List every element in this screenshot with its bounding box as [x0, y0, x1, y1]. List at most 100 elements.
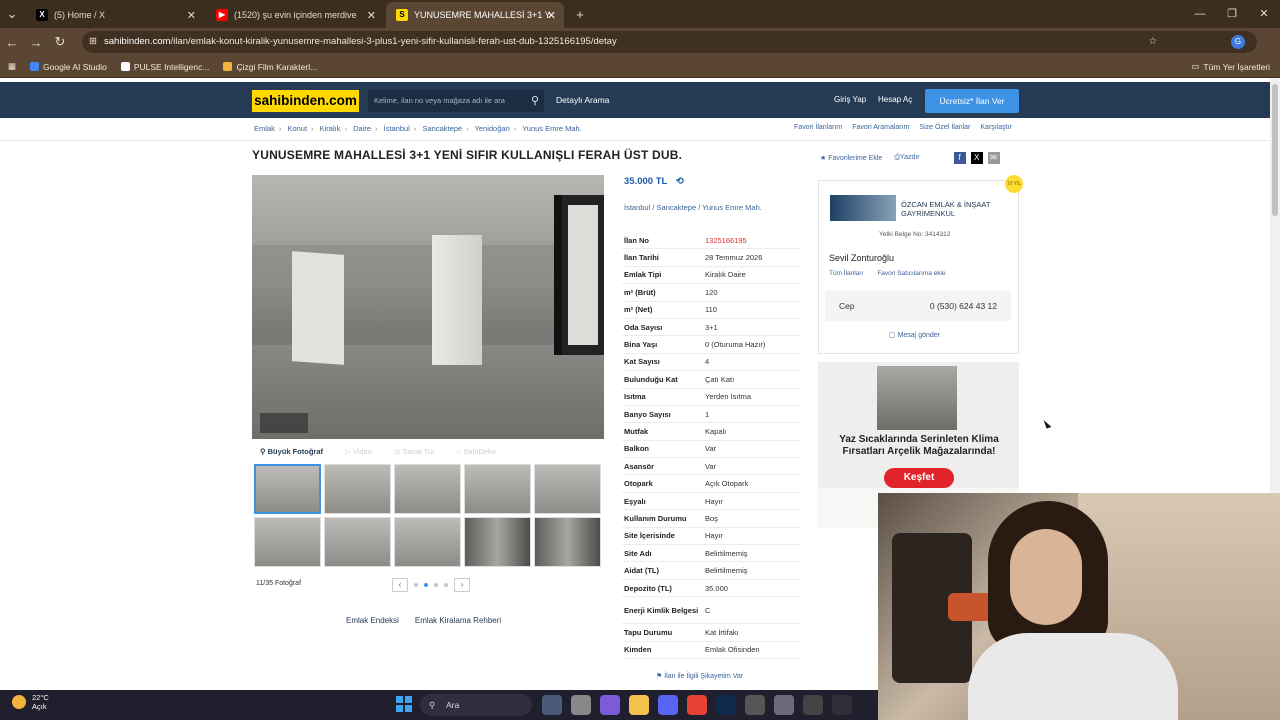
pager-dot[interactable]	[414, 583, 418, 587]
close-tab-icon[interactable]: ✕	[367, 9, 376, 22]
phone-number[interactable]: 0 (530) 624 43 12	[930, 301, 997, 311]
breadcrumb-item[interactable]: Daire	[353, 124, 371, 133]
post-listing-button[interactable]: Ücretsiz* İlan Ver	[925, 89, 1019, 113]
thumbnail[interactable]	[394, 464, 461, 514]
chrome-icon[interactable]	[687, 695, 707, 715]
breadcrumb-item[interactable]: Emlak	[254, 124, 275, 133]
tab-list-icon[interactable]: ⌄	[0, 6, 24, 22]
close-tab-icon[interactable]: ✕	[547, 9, 556, 22]
bookmark-pulse[interactable]: PULSE Intelligenc...	[120, 62, 209, 72]
print-link[interactable]: ⎙Yazdır	[894, 154, 919, 162]
search-icon[interactable]: ⚲	[531, 90, 539, 112]
terminal-icon[interactable]	[745, 695, 765, 715]
prev-page-button[interactable]: ‹	[392, 578, 408, 592]
ad-discover-button[interactable]: Keşfet	[884, 468, 954, 488]
thumbnail[interactable]	[464, 517, 531, 567]
bookmark-cizgi-film[interactable]: Çizgi Film Karakterl...	[223, 62, 317, 72]
back-icon[interactable]: ←	[0, 35, 24, 50]
login-link[interactable]: Giriş Yap	[834, 82, 866, 118]
favorite-listings-link[interactable]: Favori İlanlarım	[794, 124, 842, 131]
tab-x-home[interactable]: X (5) Home / X ✕	[26, 2, 204, 28]
agency-name[interactable]: ÖZCAN EMLAK & İNŞAAT GAYRİMENKUL	[901, 200, 1011, 218]
thumbnail[interactable]	[534, 464, 601, 514]
advanced-search-link[interactable]: Detaylı Arama	[556, 82, 609, 118]
favorite-seller-link[interactable]: Favori Satıcılarıma ekle	[877, 270, 945, 277]
rental-guide-link[interactable]: Emlak Kiralama Rehberi	[415, 616, 501, 625]
forward-icon[interactable]: →	[24, 35, 48, 50]
favorite-searches-link[interactable]: Favori Aramalarım	[852, 124, 909, 131]
file-icon[interactable]	[571, 695, 591, 715]
mail-icon[interactable]: ✉	[987, 152, 1000, 164]
scrollbar-thumb[interactable]	[1272, 84, 1278, 216]
agency-logo[interactable]	[830, 195, 896, 221]
thumbnail[interactable]	[324, 464, 391, 514]
signup-link[interactable]: Hesap Aç	[878, 82, 912, 118]
breadcrumb-item[interactable]: Sancaktepe	[422, 124, 462, 133]
thumbnail[interactable]	[394, 517, 461, 567]
close-tab-icon[interactable]: ✕	[187, 9, 196, 22]
thumbnail[interactable]	[464, 464, 531, 514]
personal-listings-link[interactable]: Size Özel İlanlar	[919, 124, 970, 131]
folder-icon[interactable]	[629, 695, 649, 715]
listing-location[interactable]: İstanbul / Sancaktepe / Yunus Emre Mah.	[624, 203, 784, 213]
tab-youtube[interactable]: ▶ (1520) şu evin içinden merdive ✕	[206, 2, 384, 28]
taskbar-search[interactable]: ⚲ Ara	[420, 694, 532, 716]
breadcrumb-item[interactable]: Konut	[287, 124, 307, 133]
breadcrumb-item[interactable]: Yenidoğan	[475, 124, 510, 133]
profile-avatar[interactable]: G	[1231, 35, 1245, 49]
facebook-icon[interactable]: f	[953, 152, 966, 164]
breadcrumb-item[interactable]: Yunus Emre Mah.	[522, 124, 582, 133]
big-photo-tab[interactable]: ⚲ Büyük Fotoğraf	[260, 447, 323, 456]
weather-widget[interactable]: 22°C Açık	[12, 693, 49, 711]
tab-sahibinden[interactable]: S YUNUSEMRE MAHALLESİ 3+1 Y ✕	[386, 2, 564, 28]
attribute-value: Çatı Katı	[705, 374, 735, 384]
emlak-endeksi-link[interactable]: Emlak Endeksi	[346, 616, 399, 625]
site-info-icon[interactable]: ⊞	[89, 31, 97, 53]
apps-icon[interactable]: ▦	[8, 61, 16, 72]
folder-icon: ▭	[1191, 61, 1200, 71]
pager-dot[interactable]	[424, 583, 428, 587]
share-buttons: f X ✉	[953, 152, 1000, 164]
main-photo[interactable]	[252, 175, 604, 439]
all-bookmarks[interactable]: ▭ Tüm Yer İşaretleri	[1191, 61, 1270, 72]
x-share-icon[interactable]: X	[970, 152, 983, 164]
all-listings-link[interactable]: Tüm İlanları	[829, 270, 863, 277]
send-message-link[interactable]: ▢ Mesaj gönder	[889, 331, 940, 339]
site-search-input[interactable]: Kelime, ilan no veya mağaza adı ile ara …	[368, 90, 544, 112]
thumbnail[interactable]	[254, 464, 321, 514]
start-button[interactable]	[396, 696, 412, 712]
compare-link[interactable]: Karşılaştır	[980, 124, 1012, 131]
pager-dot[interactable]	[444, 583, 448, 587]
pager-dot[interactable]	[434, 583, 438, 587]
ad-text: Yaz Sıcaklarında Serinleten Klima Fırsat…	[839, 434, 999, 457]
photoshop-icon[interactable]	[716, 695, 736, 715]
discord-icon[interactable]	[658, 695, 678, 715]
add-favorite-link[interactable]: ★ Favorilerime Ekle	[820, 154, 882, 162]
new-tab-button[interactable]: +	[568, 7, 592, 22]
bookmark-star-icon[interactable]: ☆	[1148, 31, 1157, 53]
report-listing-link[interactable]: ⚑ İlan ile İlgili Şikayetim Var	[656, 672, 743, 680]
widgets-icon[interactable]	[542, 695, 562, 715]
site-logo[interactable]: sahibinden.com	[252, 90, 359, 112]
next-page-button[interactable]: ›	[454, 578, 470, 592]
close-window-icon[interactable]: ✕	[1248, 0, 1280, 28]
thumbnail[interactable]	[534, 517, 601, 567]
app-icon[interactable]	[803, 695, 823, 715]
agency-watermark	[260, 413, 308, 433]
thumbnail[interactable]	[254, 517, 321, 567]
minimize-icon[interactable]: —	[1184, 0, 1216, 28]
settings-icon[interactable]	[774, 695, 794, 715]
maximize-icon[interactable]: ❐	[1216, 0, 1248, 28]
bookmark-google-ai-studio[interactable]: Google AI Studio	[30, 62, 107, 72]
chatgpt-icon[interactable]	[832, 695, 852, 715]
thumbnail[interactable]	[324, 517, 391, 567]
breadcrumb-item[interactable]: İstanbul	[384, 124, 410, 133]
sahideko-tab[interactable]: ⌂ SahiDeko	[457, 447, 496, 456]
breadcrumb-item[interactable]: Kiralık	[320, 124, 341, 133]
price-history-icon[interactable]: ⟲	[676, 176, 684, 187]
video-tab[interactable]: ▷ Video	[345, 447, 372, 456]
url-field[interactable]: ⊞ sahibinden.com/ilan/emlak-konut-kirali…	[82, 31, 1257, 53]
pen-app-icon[interactable]	[600, 695, 620, 715]
reload-icon[interactable]: ↻	[48, 34, 72, 50]
virtual-tour-tab[interactable]: ◎ Sanal Tur	[394, 447, 435, 456]
